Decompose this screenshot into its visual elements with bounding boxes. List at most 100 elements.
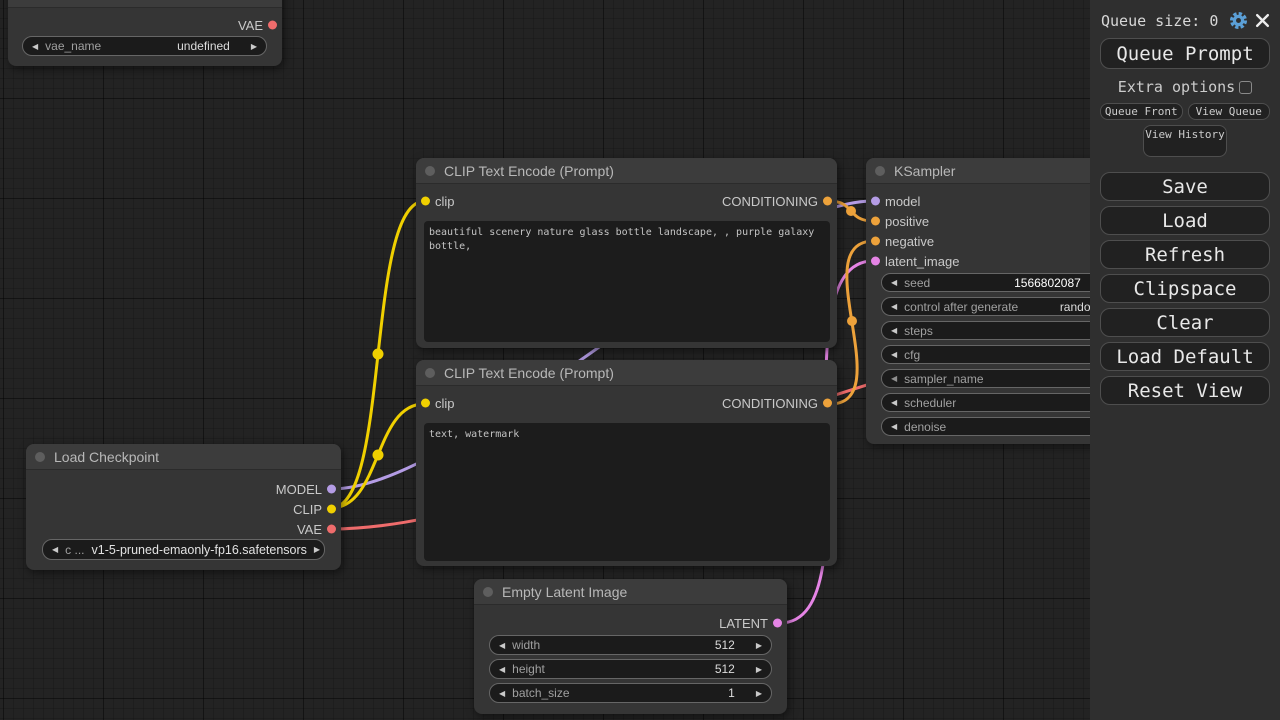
decrement-arrow-icon[interactable]: ◀: [891, 302, 897, 311]
widget-label: batch_size: [512, 686, 570, 700]
decrement-arrow-icon[interactable]: ◀: [891, 374, 897, 383]
decrement-arrow-icon[interactable]: ◀: [891, 398, 897, 407]
decrement-arrow-icon[interactable]: ◀: [499, 689, 505, 698]
model-output-port[interactable]: [327, 484, 336, 494]
node-load-checkpoint[interactable]: Load Checkpoint MODEL CLIP VAE ◀ c ... v…: [26, 444, 341, 570]
node-title-bar[interactable]: Empty Latent Image: [474, 579, 787, 605]
negative-input-port[interactable]: [871, 236, 880, 246]
link-midpoint-dot: [846, 206, 856, 216]
width-widget[interactable]: ◀ width 512 ▶: [489, 635, 772, 655]
io-row: clip CONDITIONING: [416, 191, 837, 211]
clip-output-port[interactable]: [327, 504, 336, 514]
output-label: VAE: [237, 17, 263, 33]
node-vae-loader[interactable]: VAE ◀ vae_name undefined ▶: [8, 0, 282, 66]
queue-front-button[interactable]: Queue Front: [1100, 103, 1183, 120]
reset-view-button[interactable]: Reset View: [1100, 376, 1270, 405]
latent-output-port[interactable]: [773, 618, 782, 628]
vae-output-port[interactable]: [327, 524, 336, 534]
widget-label: denoise: [904, 419, 947, 434]
queue-prompt-button[interactable]: Queue Prompt: [1100, 38, 1270, 69]
node-status-dot: [875, 165, 885, 176]
negative-prompt-textarea[interactable]: text, watermark: [424, 423, 830, 561]
increment-arrow-icon[interactable]: ▶: [251, 42, 257, 51]
node-title-bar[interactable]: CLIP Text Encode (Prompt): [416, 158, 837, 184]
node-empty-latent-image[interactable]: Empty Latent Image LATENT ◀ width 512 ▶ …: [474, 579, 787, 714]
input-row-model: model: [866, 191, 920, 211]
widget-label: vae_name: [45, 39, 102, 53]
view-history-button[interactable]: View History: [1143, 125, 1227, 157]
height-widget[interactable]: ◀ height 512 ▶: [489, 659, 772, 679]
decrement-arrow-icon[interactable]: ◀: [891, 326, 897, 335]
load-default-button[interactable]: Load Default: [1100, 342, 1270, 371]
widget-value: 512: [714, 638, 735, 652]
increment-arrow-icon[interactable]: ▶: [756, 665, 762, 674]
increment-arrow-icon[interactable]: ▶: [756, 689, 762, 698]
load-button[interactable]: Load: [1100, 206, 1270, 235]
node-status-dot: [35, 451, 45, 462]
input-label: positive: [885, 213, 930, 229]
decrement-arrow-icon[interactable]: ◀: [499, 641, 505, 650]
vae-output-port[interactable]: [268, 20, 277, 30]
extra-options-label: Extra options: [1117, 78, 1236, 96]
input-label: model: [885, 193, 921, 209]
decrement-arrow-icon[interactable]: ◀: [499, 665, 505, 674]
clip-input-port[interactable]: [421, 398, 430, 408]
decrement-arrow-icon[interactable]: ◀: [891, 278, 897, 287]
widget-value: 1: [728, 686, 735, 700]
input-row-latent-image: latent_image: [866, 251, 959, 271]
extra-options-checkbox[interactable]: [1239, 80, 1253, 94]
settings-gear-icon[interactable]: [1229, 11, 1248, 30]
node-title-bar[interactable]: CLIP Text Encode (Prompt): [416, 360, 837, 386]
io-row: clip CONDITIONING: [416, 393, 837, 413]
menu-buttons: Save Load Refresh Clipspace Clear Load D…: [1100, 172, 1270, 405]
latent-image-input-port[interactable]: [871, 256, 880, 266]
output-label: CONDITIONING: [721, 395, 818, 411]
positive-input-port[interactable]: [871, 216, 880, 226]
refresh-button[interactable]: Refresh: [1100, 240, 1270, 269]
view-queue-button[interactable]: View Queue: [1187, 103, 1270, 120]
conditioning-output-port[interactable]: [823, 196, 832, 206]
widget-label: scheduler: [904, 395, 957, 410]
output-label: CONDITIONING: [721, 193, 818, 209]
decrement-arrow-icon[interactable]: ◀: [52, 545, 58, 554]
clear-button[interactable]: Clear: [1100, 308, 1270, 337]
output-label: MODEL: [275, 481, 322, 497]
positive-prompt-textarea[interactable]: beautiful scenery nature glass bottle la…: [424, 221, 830, 342]
output-row-model: MODEL: [26, 479, 341, 499]
node-title-bar[interactable]: Load Checkpoint: [26, 444, 341, 470]
input-row-negative: negative: [866, 231, 934, 251]
input-row-positive: positive: [866, 211, 929, 231]
decrement-arrow-icon[interactable]: ◀: [32, 42, 38, 51]
node-title-bar[interactable]: [8, 0, 282, 8]
node-clip-text-encode-negative[interactable]: CLIP Text Encode (Prompt) clip CONDITION…: [416, 360, 837, 566]
conditioning-output-port[interactable]: [823, 398, 832, 408]
widget-label: height: [512, 662, 545, 676]
widget-label: steps: [904, 323, 933, 338]
batch-size-widget[interactable]: ◀ batch_size 1 ▶: [489, 683, 772, 703]
model-input-port[interactable]: [871, 196, 880, 206]
decrement-arrow-icon[interactable]: ◀: [891, 422, 897, 431]
input-label: clip: [435, 193, 455, 209]
queue-status-row: Queue size: 0: [1090, 0, 1280, 30]
widget-label: control after generate: [904, 299, 1019, 314]
clipspace-button[interactable]: Clipspace: [1100, 274, 1270, 303]
node-status-dot: [425, 367, 435, 378]
node-status-dot: [483, 586, 493, 597]
increment-arrow-icon[interactable]: ▶: [314, 545, 320, 554]
node-status-dot: [425, 165, 435, 176]
close-icon[interactable]: [1255, 13, 1270, 28]
output-label: VAE: [296, 521, 322, 537]
decrement-arrow-icon[interactable]: ◀: [891, 350, 897, 359]
ckpt-name-widget[interactable]: ◀ c ... v1-5-pruned-emaonly-fp16.safeten…: [42, 539, 325, 560]
input-label: clip: [435, 395, 455, 411]
node-clip-text-encode-positive[interactable]: CLIP Text Encode (Prompt) clip CONDITION…: [416, 158, 837, 348]
clip-input-port[interactable]: [421, 196, 430, 206]
vae-name-widget[interactable]: ◀ vae_name undefined ▶: [22, 36, 267, 56]
node-title: Load Checkpoint: [54, 448, 160, 465]
save-button[interactable]: Save: [1100, 172, 1270, 201]
comfy-menu-panel: Queue size: 0 Queue Prompt Extra options…: [1090, 0, 1280, 720]
node-title: KSampler: [894, 162, 956, 179]
output-label: LATENT: [719, 615, 768, 631]
output-row-latent: LATENT: [474, 613, 787, 633]
increment-arrow-icon[interactable]: ▶: [756, 641, 762, 650]
